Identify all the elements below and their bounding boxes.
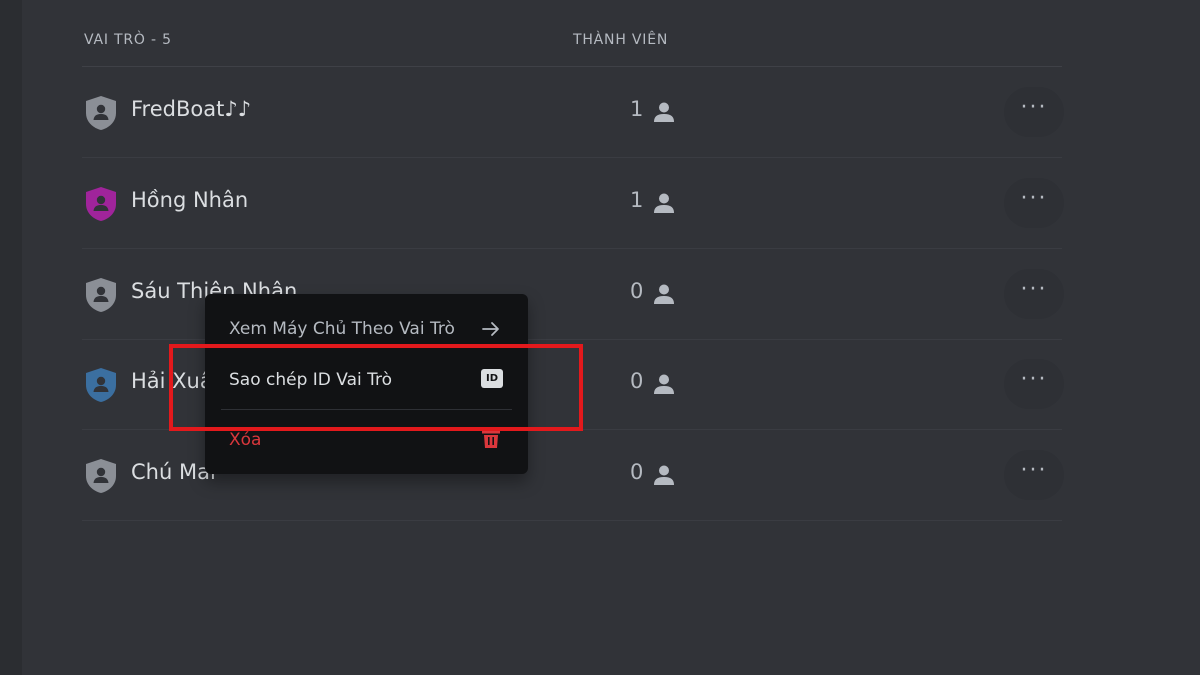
shield-icon: [86, 278, 116, 312]
shield-icon: [86, 459, 116, 493]
member-count: 0: [630, 279, 644, 303]
role-name: FredBoat♪♪: [131, 97, 252, 121]
member-count: 1: [630, 97, 644, 121]
member-count: 0: [630, 369, 644, 393]
left-sidebar: [0, 0, 22, 675]
roles-table-header: VAI TRÒ - 5 THÀNH VIÊN: [82, 0, 1062, 67]
more-icon: ···: [1020, 458, 1048, 483]
more-icon: ···: [1020, 95, 1048, 120]
more-options-button[interactable]: ···: [1004, 359, 1064, 409]
menu-item-view-server-as-role[interactable]: Xem Máy Chủ Theo Vai Trò: [229, 319, 455, 339]
person-icon: [654, 465, 674, 485]
more-options-button[interactable]: ···: [1004, 87, 1064, 137]
member-count: 0: [630, 460, 644, 484]
menu-item-delete[interactable]: Xóa: [229, 430, 261, 450]
person-icon: [654, 374, 674, 394]
person-icon: [654, 284, 674, 304]
shield-icon: [86, 96, 116, 130]
roles-column-header: VAI TRÒ - 5: [84, 32, 172, 48]
role-row-fredboat[interactable]: FredBoat♪♪ 1 ···: [82, 67, 1064, 158]
person-icon: [654, 102, 674, 122]
members-column-header: THÀNH VIÊN: [573, 32, 669, 48]
arrow-right-icon: [482, 322, 499, 336]
highlight-annotation-box: [169, 344, 583, 431]
more-options-button[interactable]: ···: [1004, 450, 1064, 500]
role-row-hong-nhan[interactable]: Hồng Nhân 1 ···: [82, 158, 1064, 249]
person-icon: [654, 193, 674, 213]
more-icon: ···: [1020, 367, 1048, 392]
shield-icon: [86, 187, 116, 221]
member-count: 1: [630, 188, 644, 212]
shield-icon: [86, 368, 116, 402]
role-name: Hồng Nhân: [131, 188, 249, 212]
role-name: Chú Mai: [131, 460, 216, 484]
more-icon: ···: [1020, 277, 1048, 302]
more-options-button[interactable]: ···: [1004, 269, 1064, 319]
more-icon: ···: [1020, 186, 1048, 211]
more-options-button[interactable]: ···: [1004, 178, 1064, 228]
